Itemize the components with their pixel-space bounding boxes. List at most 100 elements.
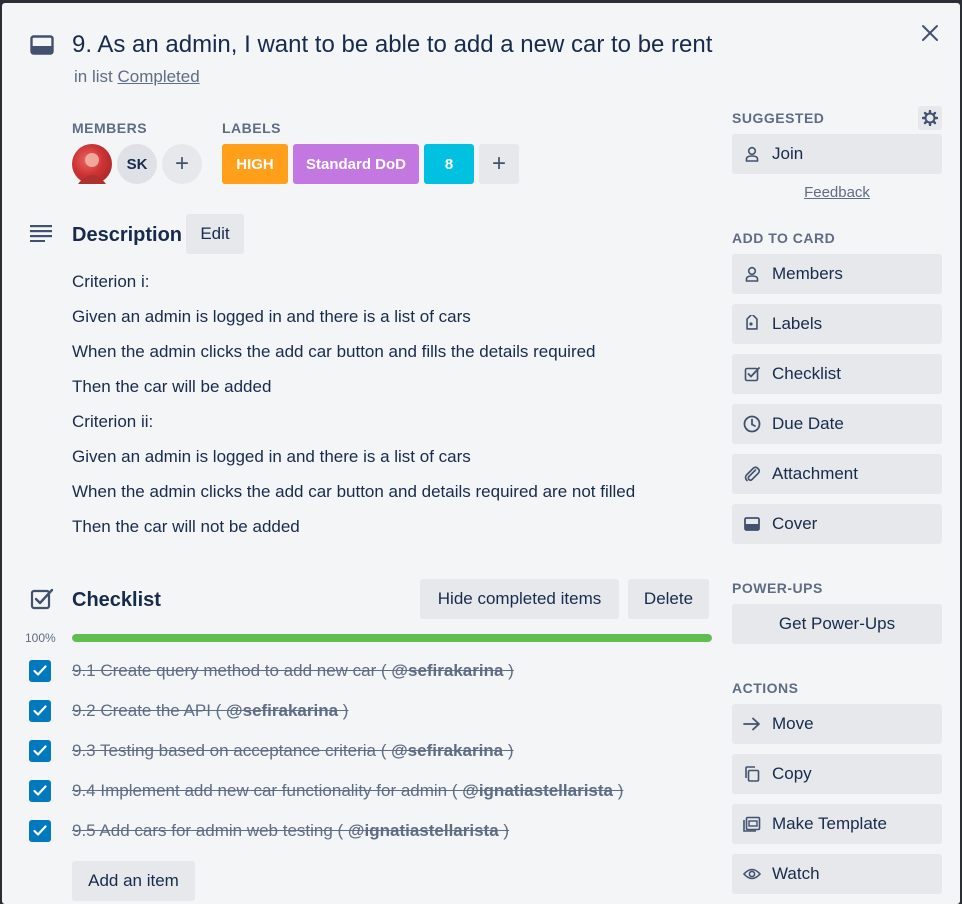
mention[interactable]: @ignatiastellarista bbox=[462, 781, 613, 800]
join-label: Join bbox=[772, 144, 804, 163]
item-suffix: ) bbox=[503, 741, 514, 760]
in-list-prefix: in list bbox=[74, 67, 113, 86]
checklist-item-text[interactable]: 9.4 Implement add new car functionality … bbox=[72, 781, 623, 801]
add-item-button[interactable]: Add an item bbox=[72, 861, 195, 901]
card-title[interactable]: 9. As an admin, I want to be able to add… bbox=[72, 31, 712, 59]
copy-icon bbox=[742, 766, 762, 782]
suggested-heading: SUGGESTED bbox=[732, 110, 825, 126]
checklist-item-text[interactable]: 9.5 Add cars for admin web testing ( @ig… bbox=[72, 821, 509, 841]
button-label: Move bbox=[772, 714, 814, 733]
description-line: When the admin clicks the add car button… bbox=[72, 482, 636, 501]
description-line: Criterion ii: bbox=[72, 412, 154, 431]
checklist-item-text[interactable]: 9.1 Create query method to add new car (… bbox=[72, 661, 514, 681]
feedback-link[interactable]: Feedback bbox=[732, 184, 942, 201]
delete-checklist-button[interactable]: Delete bbox=[628, 579, 709, 619]
add-labels-button[interactable]: Labels bbox=[732, 304, 942, 344]
item-text: 9.4 Implement add new car functionality … bbox=[72, 781, 463, 800]
get-powerups-button[interactable]: Get Power-Ups bbox=[732, 604, 942, 644]
check-icon bbox=[33, 825, 47, 836]
checklist-item-text[interactable]: 9.2 Create the API ( @sefirakarina ) bbox=[72, 701, 348, 721]
checklist-icon bbox=[742, 366, 762, 382]
item-text: 9.5 Add cars for admin web testing ( bbox=[72, 821, 348, 840]
description-heading: Description bbox=[72, 224, 183, 246]
clock-icon bbox=[742, 415, 762, 433]
checklist-progress-bar bbox=[72, 634, 712, 642]
checkbox[interactable] bbox=[29, 660, 51, 682]
arrow-right-icon bbox=[742, 717, 762, 731]
check-icon bbox=[33, 745, 47, 756]
checklist-progress-fill bbox=[72, 634, 712, 642]
hide-completed-button[interactable]: Hide completed items bbox=[420, 579, 619, 619]
card-icon bbox=[30, 35, 54, 55]
button-label: Checklist bbox=[772, 364, 841, 383]
label-standard-dod[interactable]: Standard DoD bbox=[293, 144, 419, 184]
tag-icon bbox=[742, 315, 762, 333]
move-button[interactable]: Move bbox=[732, 704, 942, 744]
checkbox[interactable] bbox=[29, 780, 51, 802]
item-suffix: ) bbox=[613, 781, 624, 800]
add-checklist-button[interactable]: Checklist bbox=[732, 354, 942, 394]
mention[interactable]: @sefirakarina bbox=[391, 661, 503, 680]
button-label: Copy bbox=[772, 764, 812, 783]
item-text: 9.1 Create query method to add new car ( bbox=[72, 661, 392, 680]
close-icon[interactable] bbox=[920, 23, 940, 43]
mention[interactable]: @sefirakarina bbox=[391, 741, 503, 760]
add-to-card-heading: ADD TO CARD bbox=[732, 230, 836, 246]
button-label: Due Date bbox=[772, 414, 844, 433]
item-text: 9.2 Create the API ( bbox=[72, 701, 227, 720]
checklist-item[interactable]: 9.3 Testing based on acceptance criteria… bbox=[29, 740, 514, 762]
add-member-button[interactable]: + bbox=[162, 144, 202, 184]
item-suffix: ) bbox=[503, 661, 514, 680]
members-heading: MEMBERS bbox=[72, 120, 148, 136]
cover-icon bbox=[742, 517, 762, 531]
label-high[interactable]: HIGH bbox=[222, 144, 288, 184]
description-line: Given an admin is logged in and there is… bbox=[72, 307, 471, 326]
checklist-heading: Checklist bbox=[72, 589, 161, 611]
person-icon bbox=[742, 146, 762, 162]
labels-heading: LABELS bbox=[222, 120, 281, 136]
mention[interactable]: @ignatiastellarista bbox=[348, 821, 499, 840]
actions-heading: ACTIONS bbox=[732, 680, 799, 696]
join-button[interactable]: Join bbox=[732, 134, 942, 174]
add-members-button[interactable]: Members bbox=[732, 254, 942, 294]
checklist-item-text[interactable]: 9.3 Testing based on acceptance criteria… bbox=[72, 741, 514, 761]
add-attachment-button[interactable]: Attachment bbox=[732, 454, 942, 494]
checklist-icon bbox=[30, 587, 54, 611]
list-link[interactable]: Completed bbox=[117, 67, 199, 86]
avatar-photo[interactable] bbox=[72, 144, 112, 184]
add-due-date-button[interactable]: Due Date bbox=[732, 404, 942, 444]
card-detail-modal: 9. As an admin, I want to be able to add… bbox=[2, 3, 960, 904]
description-line: Given an admin is logged in and there is… bbox=[72, 447, 471, 466]
checkbox[interactable] bbox=[29, 700, 51, 722]
check-icon bbox=[33, 785, 47, 796]
checklist-item[interactable]: 9.2 Create the API ( @sefirakarina ) bbox=[29, 700, 348, 722]
watch-button[interactable]: Watch bbox=[732, 854, 942, 894]
check-icon bbox=[33, 665, 47, 676]
description-line: Then the car will be added bbox=[72, 377, 272, 396]
checkbox[interactable] bbox=[29, 820, 51, 842]
check-icon bbox=[33, 705, 47, 716]
copy-button[interactable]: Copy bbox=[732, 754, 942, 794]
edit-description-button[interactable]: Edit bbox=[186, 214, 244, 254]
list-indicator: in list Completed bbox=[74, 67, 200, 87]
add-cover-button[interactable]: Cover bbox=[732, 504, 942, 544]
avatar-sk[interactable]: SK bbox=[117, 144, 157, 184]
make-template-button[interactable]: Make Template bbox=[732, 804, 942, 844]
description-icon bbox=[30, 224, 54, 242]
template-icon bbox=[742, 816, 762, 832]
add-label-button[interactable]: + bbox=[479, 144, 519, 184]
button-label: Labels bbox=[772, 314, 823, 333]
gear-icon[interactable] bbox=[918, 106, 942, 130]
label-points[interactable]: 8 bbox=[424, 144, 474, 184]
checklist-item[interactable]: 9.5 Add cars for admin web testing ( @ig… bbox=[29, 820, 509, 842]
button-label: Cover bbox=[772, 514, 818, 533]
checkbox[interactable] bbox=[29, 740, 51, 762]
button-label: Watch bbox=[772, 864, 820, 883]
description-line: Criterion i: bbox=[72, 272, 150, 291]
paperclip-icon bbox=[742, 465, 762, 483]
item-suffix: ) bbox=[498, 821, 510, 840]
checklist-item[interactable]: 9.1 Create query method to add new car (… bbox=[29, 660, 514, 682]
button-label: Attachment bbox=[772, 464, 858, 483]
checklist-item[interactable]: 9.4 Implement add new car functionality … bbox=[29, 780, 623, 802]
mention[interactable]: @sefirakarina bbox=[226, 701, 338, 720]
